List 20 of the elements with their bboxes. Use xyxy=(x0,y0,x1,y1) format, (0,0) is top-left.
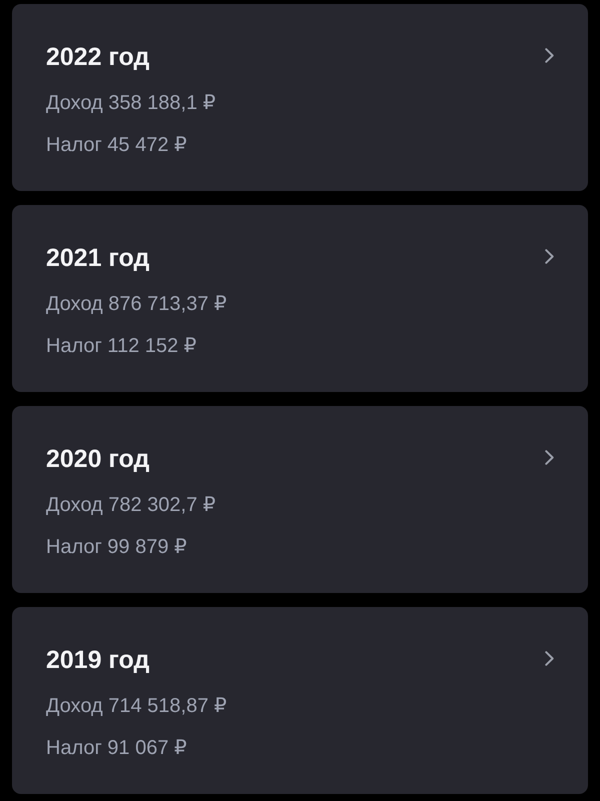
year-card[interactable]: 2022 год Доход 358 188,1 ₽ Налог 45 472 ₽ xyxy=(12,4,588,191)
income-text: Доход 714 518,87 ₽ xyxy=(46,694,227,719)
chevron-right-icon xyxy=(545,651,554,666)
tax-text: Налог 91 067 ₽ xyxy=(46,736,187,761)
year-card[interactable]: 2021 год Доход 876 713,37 ₽ Налог 112 152 ₽ xyxy=(12,205,588,392)
chevron-right-icon xyxy=(545,48,554,63)
year-card[interactable]: 2019 год Доход 714 518,87 ₽ Налог 91 067 ₽ xyxy=(12,607,588,794)
year-title: 2021 год xyxy=(46,243,150,273)
tax-text: Налог 99 879 ₽ xyxy=(46,535,187,560)
chevron-right-icon xyxy=(545,450,554,465)
chevron-right-icon xyxy=(545,249,554,264)
year-title: 2020 год xyxy=(46,444,150,474)
year-title: 2019 год xyxy=(46,645,150,675)
tax-text: Налог 45 472 ₽ xyxy=(46,133,187,158)
income-text: Доход 358 188,1 ₽ xyxy=(46,91,216,116)
income-text: Доход 876 713,37 ₽ xyxy=(46,292,227,317)
year-title: 2022 год xyxy=(46,42,150,72)
income-text: Доход 782 302,7 ₽ xyxy=(46,493,216,518)
year-card[interactable]: 2020 год Доход 782 302,7 ₽ Налог 99 879 ₽ xyxy=(12,406,588,593)
tax-text: Налог 112 152 ₽ xyxy=(46,334,197,359)
